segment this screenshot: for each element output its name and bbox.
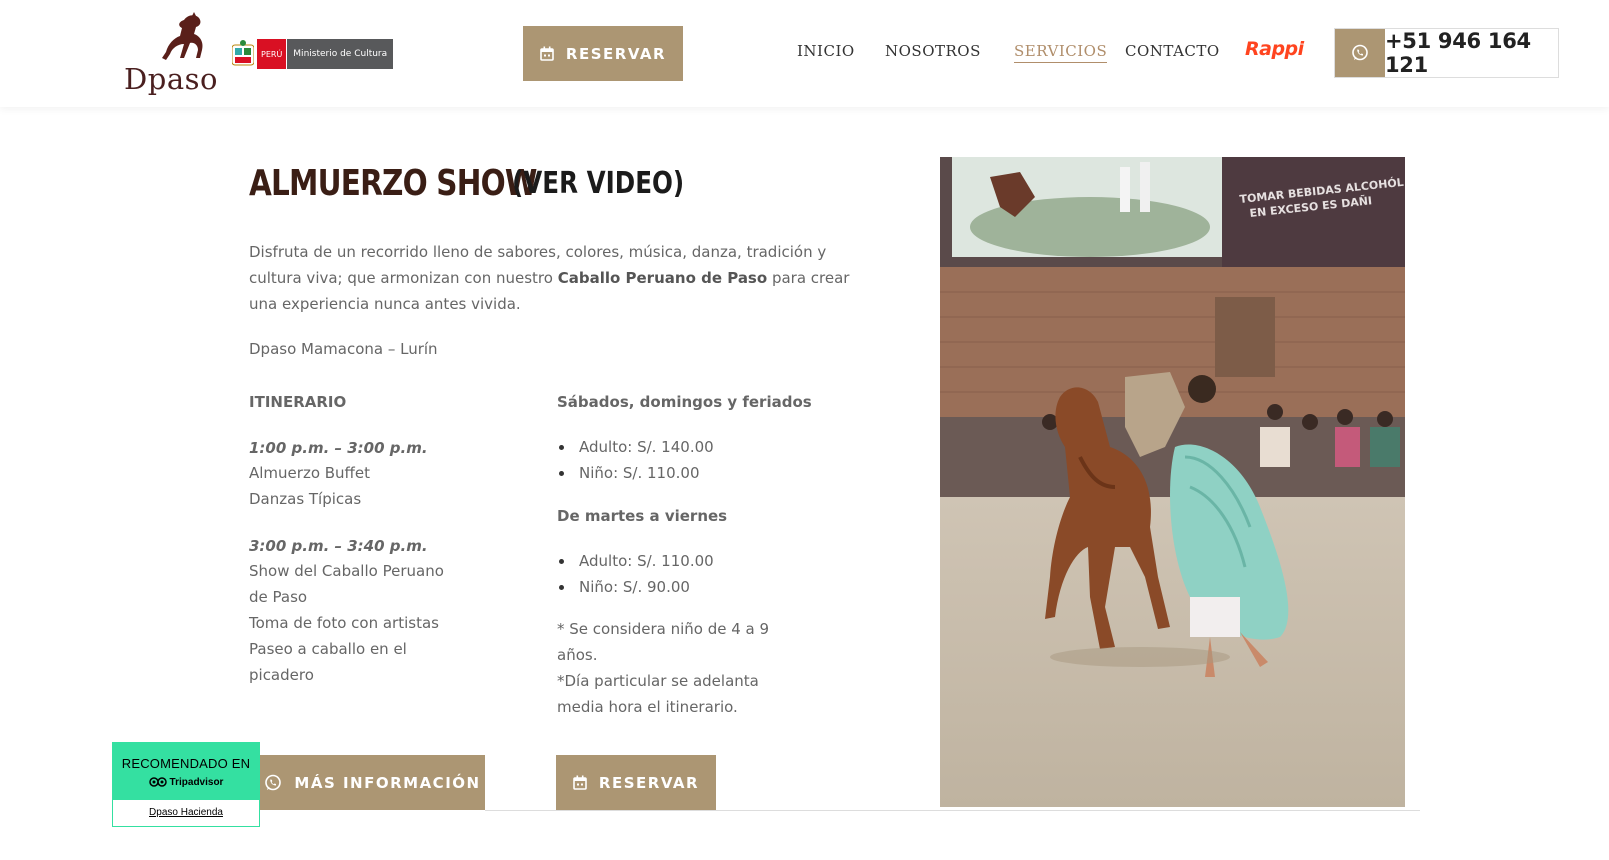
divider — [485, 810, 1420, 811]
slot2-time: 3:00 p.m. – 3:40 p.m. — [249, 537, 428, 555]
peru-label: PERÚ — [257, 39, 287, 69]
whatsapp-icon — [265, 774, 282, 790]
tripadvisor-header: RECOMENDADO EN Tripadvisor — [113, 743, 259, 800]
note-line: * Se considera niño de 4 a 9 — [557, 620, 770, 638]
horse-logo-icon — [162, 12, 203, 60]
whatsapp-icon — [1352, 44, 1368, 61]
calendar-icon — [540, 46, 554, 61]
peru-shield-icon — [232, 40, 254, 66]
weekday-heading: De martes a viernes — [557, 507, 728, 525]
nav-item-contacto[interactable]: CONTACTO — [1125, 42, 1220, 60]
slot1-list: Almuerzo Buffet Danzas Típicas — [249, 460, 370, 512]
list-item: Paseo a caballo en el — [249, 640, 407, 658]
mas-informacion-button[interactable]: MÁS INFORMACIÓN — [260, 755, 485, 810]
logo-text: Dpaso — [124, 62, 218, 96]
note-text: * Se considera niño de 4 a 9 años. *Día … — [557, 616, 769, 720]
tripadvisor-link[interactable]: Dpaso Hacienda — [113, 807, 259, 818]
price-item: Niño: S/. 110.00 — [557, 460, 714, 486]
tripadvisor-widget[interactable]: RECOMENDADO EN Tripadvisor Dpaso Haciend… — [112, 742, 260, 827]
list-item: picadero — [249, 666, 314, 684]
price-item: Niño: S/. 90.00 — [557, 574, 714, 600]
show-photo: TOMAR BEBIDAS ALCOHÓL EN EXCESO ES DAÑI — [940, 157, 1405, 807]
ver-video-link[interactable]: (VER VIDEO) — [512, 166, 684, 201]
tripadvisor-recommended: RECOMENDADO EN — [121, 755, 251, 771]
list-item: de Paso — [249, 588, 308, 606]
mas-informacion-label: MÁS INFORMACIÓN — [294, 773, 481, 792]
list-item: Danzas Típicas — [249, 490, 362, 508]
rappi-link[interactable]: Rappi — [1245, 38, 1304, 60]
owl-icon — [148, 777, 167, 787]
list-item: Show del Caballo Peruano — [249, 562, 444, 580]
intro-paragraph: Disfruta de un recorrido lleno de sabore… — [249, 239, 879, 317]
reservar-button-bottom[interactable]: RESERVAR — [556, 755, 716, 810]
slot2-list: Show del Caballo Peruano de Paso Toma de… — [249, 558, 444, 688]
peru-ministry-badge: PERÚ Ministerio de Cultura — [232, 39, 394, 69]
note-line: *Día particular se adelanta — [557, 672, 759, 690]
nav-item-inicio[interactable]: INICIO — [797, 42, 855, 60]
price-item: Adulto: S/. 110.00 — [557, 548, 714, 574]
phone-number: +51 946 164 121 — [1385, 29, 1531, 77]
slot1-time: 1:00 p.m. – 3:00 p.m. — [249, 439, 428, 457]
horse-dancer-photo: TOMAR BEBIDAS ALCOHÓL EN EXCESO ES DAÑI — [940, 157, 1405, 807]
list-item: Almuerzo Buffet — [249, 464, 371, 482]
weekend-price-list: Adulto: S/. 140.00 Niño: S/. 110.00 — [557, 434, 714, 486]
note-line: media hora el itinerario. — [557, 698, 738, 716]
phone-contact[interactable]: +51 946 164 121 — [1334, 28, 1559, 78]
itinerary-heading: ITINERARIO — [249, 393, 347, 411]
tripadvisor-logo: Tripadvisor — [148, 776, 224, 788]
ministry-label: Ministerio de Cultura — [286, 39, 394, 69]
list-item: Toma de foto con artistas — [249, 614, 439, 632]
nav-item-servicios[interactable]: SERVICIOS — [1014, 42, 1108, 63]
weekday-price-list: Adulto: S/. 110.00 Niño: S/. 90.00 — [557, 548, 714, 600]
price-item: Adulto: S/. 140.00 — [557, 434, 714, 460]
intro-bold-text: Caballo Peruano de Paso — [557, 269, 768, 287]
weekend-heading: Sábados, domingos y feriados — [557, 393, 812, 411]
site-header: Dpaso PERÚ Ministerio de Cultura RESERVA… — [0, 0, 1609, 107]
whatsapp-icon-box — [1335, 29, 1385, 77]
location-text: Dpaso Mamacona – Lurín — [249, 340, 438, 358]
calendar-icon — [573, 775, 587, 790]
page-title: ALMUERZO SHOW — [249, 163, 537, 204]
reservar-button-label: RESERVAR — [565, 44, 667, 63]
dpaso-logo[interactable]: Dpaso — [118, 12, 218, 96]
nav-item-nosotros[interactable]: NOSOTROS — [885, 42, 981, 60]
note-line: años. — [557, 646, 598, 664]
reservar-bottom-label: RESERVAR — [598, 773, 700, 792]
tripadvisor-brand: Tripadvisor — [169, 776, 224, 788]
reservar-button[interactable]: RESERVAR — [523, 26, 683, 81]
